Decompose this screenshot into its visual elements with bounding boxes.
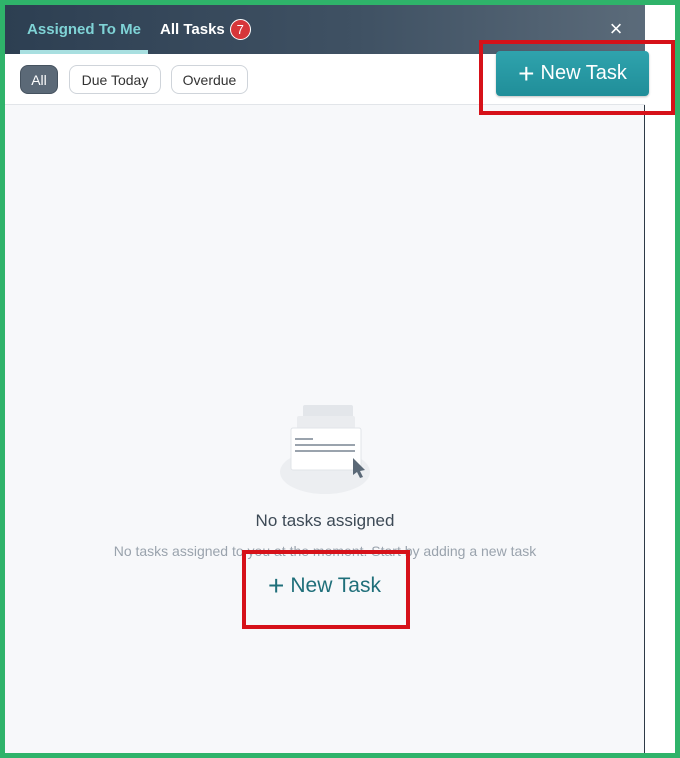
task-count-badge: 7: [229, 19, 251, 40]
empty-state-title: No tasks assigned: [255, 511, 395, 530]
tab-assigned-to-me[interactable]: Assigned To Me: [20, 5, 148, 54]
close-icon[interactable]: ×: [605, 18, 627, 40]
tab-label: All Tasks: [160, 21, 225, 38]
tab-label: Assigned To Me: [27, 21, 141, 38]
tasks-panel: Assigned To Me All Tasks 7 × All Due Tod…: [5, 5, 645, 753]
highlight-box-bottom: [242, 550, 410, 629]
filter-due-today-chip[interactable]: Due Today: [69, 65, 161, 94]
filter-all-chip[interactable]: All: [20, 65, 58, 94]
highlight-box-top: [479, 40, 675, 115]
tab-all-tasks[interactable]: All Tasks 7: [160, 5, 251, 54]
filter-overdue-chip[interactable]: Overdue: [171, 65, 248, 94]
empty-tasks-illustration-icon: [280, 405, 370, 494]
